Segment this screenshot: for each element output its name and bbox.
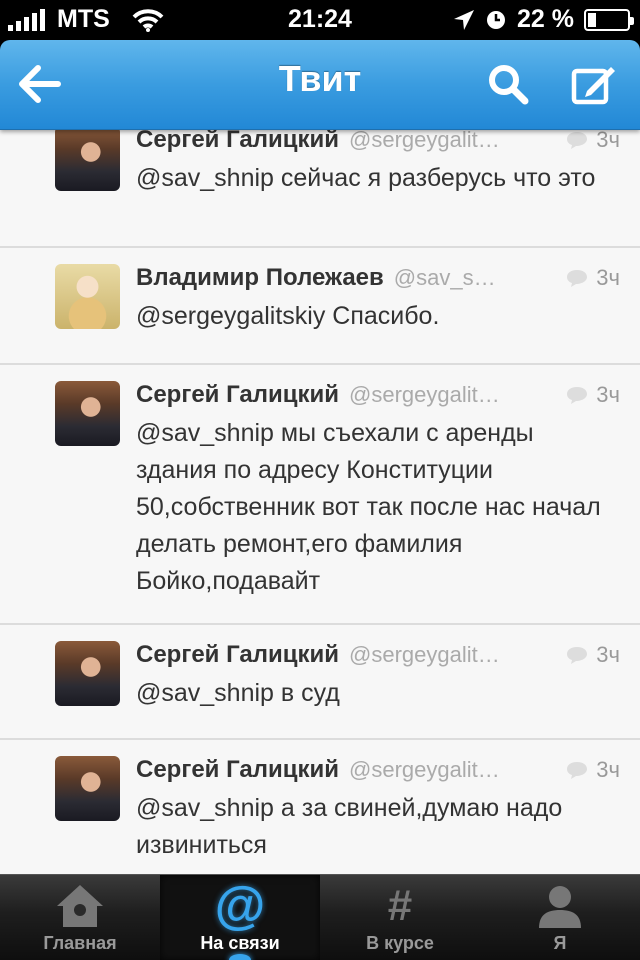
author-name: Владимир Полежаев	[136, 264, 384, 291]
tweet-header: Сергей Галицкий @sergeygalit… 3ч	[136, 753, 620, 787]
tab-connect[interactable]: @ На связи	[160, 875, 320, 960]
search-button[interactable]	[480, 58, 536, 110]
author-handle: @sergeygalit…	[349, 642, 500, 667]
author-handle: @sergeygalit…	[349, 382, 500, 407]
tweet-text: @sav_shnip в суд	[136, 679, 340, 707]
tweet-text: @sav_shnip мы съехали с аренды здания по…	[136, 419, 601, 595]
tweet-header: Сергей Галицкий @sergeygalit… 3ч	[136, 638, 620, 672]
at-sign-icon: @	[214, 877, 266, 935]
tweet-text: @sav_shnip а за свиней,думаю надо извини…	[136, 794, 563, 859]
tab-label: В курсе	[366, 933, 434, 953]
reply-bubble-icon	[567, 762, 588, 779]
tweet-item[interactable]: Сергей Галицкий @sergeygalit… 3ч @sav_sh…	[0, 365, 640, 625]
author-name: Сергей Галицкий	[136, 641, 340, 668]
status-right: 22 %	[453, 5, 634, 34]
person-icon	[480, 881, 640, 931]
tweet-header: Владимир Полежаев @sav_s… 3ч	[136, 261, 620, 295]
tweet-time: 3ч	[596, 757, 620, 782]
avatar[interactable]	[55, 264, 120, 329]
compose-icon	[571, 67, 615, 105]
tweet-item[interactable]: Сергей Галицкий @sergeygalit… 3ч @sav_sh…	[0, 740, 640, 874]
tweet-meta: 3ч	[566, 265, 620, 291]
avatar[interactable]	[55, 381, 120, 446]
tab-label: Я	[553, 933, 567, 953]
tweet-meta: 3ч	[566, 130, 620, 153]
tweet-text: @sergeygalitskiy Спасибо.	[136, 302, 440, 330]
tweet-meta: 3ч	[566, 642, 620, 668]
home-icon	[0, 881, 160, 931]
tab-bar: Главная @ На связи # В курсе Я	[0, 874, 640, 960]
tweet-timeline[interactable]: Сергей Галицкий @sergeygalit… 3ч @sav_sh…	[0, 130, 640, 874]
tweet-meta: 3ч	[566, 382, 620, 408]
author-handle: @sergeygalit…	[349, 757, 500, 782]
avatar[interactable]	[55, 756, 120, 821]
battery-icon	[584, 8, 634, 31]
tab-discover[interactable]: # В курсе	[320, 875, 480, 960]
tab-home[interactable]: Главная	[0, 875, 160, 960]
author-name: Сергей Галицкий	[136, 381, 340, 408]
author-name: Сергей Галицкий	[136, 756, 340, 783]
reply-bubble-icon	[567, 647, 588, 664]
location-arrow-icon	[454, 9, 475, 30]
navigation-bar: Твит	[0, 40, 640, 130]
avatar[interactable]	[55, 130, 120, 191]
reply-bubble-icon	[567, 132, 588, 149]
tweet-item[interactable]: Владимир Полежаев @sav_s… 3ч @sergeygali…	[0, 248, 640, 365]
tweet-time: 3ч	[596, 382, 620, 407]
reply-bubble-icon	[567, 387, 588, 404]
alarm-clock-icon	[487, 10, 506, 29]
active-tab-indicator	[229, 954, 251, 960]
battery-percent: 22 %	[517, 5, 574, 33]
tab-me[interactable]: Я	[480, 875, 640, 960]
tweet-time: 3ч	[596, 642, 620, 667]
author-handle: @sav_s…	[393, 265, 496, 290]
status-bar: MTS 21:24 22 %	[0, 0, 640, 40]
tweet-item[interactable]: Сергей Галицкий @sergeygalit… 3ч @sav_sh…	[0, 130, 640, 248]
tweet-time: 3ч	[596, 265, 620, 290]
page-title: Твит	[278, 58, 362, 99]
compose-button[interactable]	[566, 58, 622, 110]
tab-label: Главная	[43, 933, 117, 953]
tweet-header: Сергей Галицкий @sergeygalit… 3ч	[136, 378, 620, 412]
tab-label: На связи	[200, 933, 280, 953]
tweet-item[interactable]: Сергей Галицкий @sergeygalit… 3ч @sav_sh…	[0, 625, 640, 740]
tweet-header: Сергей Галицкий @sergeygalit… 3ч	[136, 130, 620, 157]
tweet-meta: 3ч	[566, 757, 620, 783]
hashtag-icon: #	[387, 881, 413, 930]
avatar[interactable]	[55, 641, 120, 706]
search-icon	[489, 65, 529, 105]
tweet-text: @sav_shnip сейчас я разберусь что это	[136, 164, 596, 192]
battery-level	[588, 12, 596, 27]
tweet-time: 3ч	[596, 130, 620, 152]
author-handle: @sergeygalit…	[349, 130, 500, 152]
author-name: Сергей Галицкий	[136, 130, 340, 153]
reply-bubble-icon	[567, 270, 588, 287]
